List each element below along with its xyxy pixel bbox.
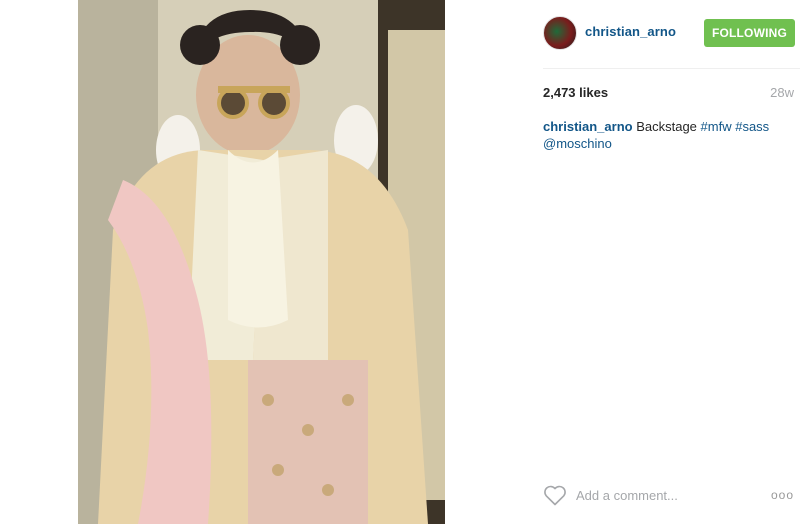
comment-input[interactable]: [576, 486, 756, 504]
heart-icon[interactable]: [543, 484, 567, 506]
caption-username-link[interactable]: christian_arno: [543, 119, 633, 134]
hashtag-sass[interactable]: #sass: [735, 119, 769, 134]
username-link[interactable]: christian_arno: [585, 24, 676, 39]
post-photo[interactable]: [78, 0, 445, 524]
divider: [543, 68, 800, 69]
comment-bar: ooo: [543, 482, 800, 508]
hashtag-mfw[interactable]: #mfw: [701, 119, 732, 134]
more-options-icon[interactable]: ooo: [771, 488, 794, 502]
likes-count[interactable]: 2,473 likes: [543, 85, 608, 100]
photo-illustration: [78, 0, 445, 524]
post-age[interactable]: 28w: [770, 85, 794, 100]
caption: christian_arno Backstage #mfw #sass @mos…: [543, 118, 793, 152]
following-button[interactable]: FOLLOWING: [704, 19, 795, 47]
post-header: christian_arno FOLLOWING: [543, 16, 800, 50]
mention-moschino[interactable]: @moschino: [543, 136, 612, 151]
avatar[interactable]: [543, 16, 577, 50]
post-details-panel: christian_arno FOLLOWING 2,473 likes 28w…: [528, 0, 800, 524]
caption-text: Backstage: [632, 119, 701, 134]
